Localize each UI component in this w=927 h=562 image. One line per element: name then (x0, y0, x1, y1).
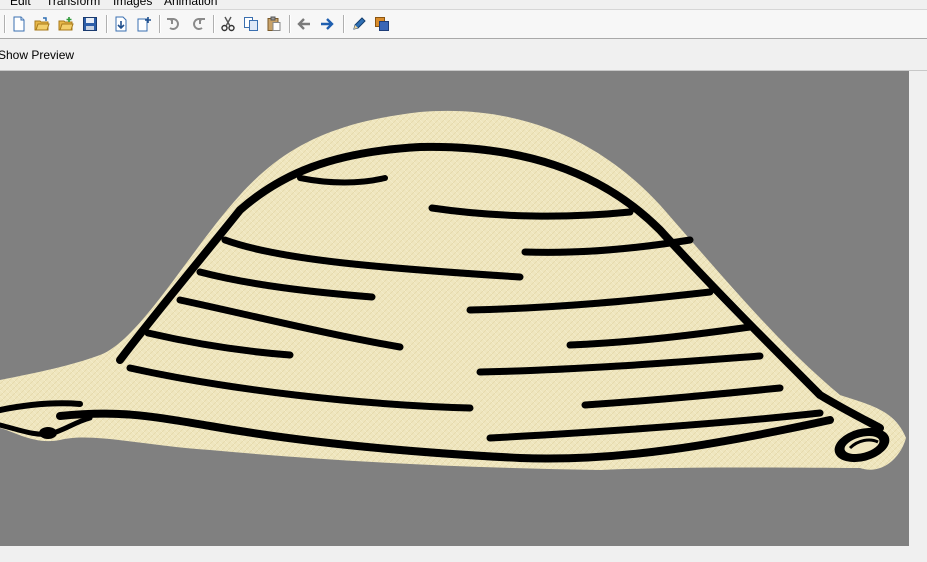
menu-edit[interactable]: Edit (10, 0, 31, 8)
toolbar-separator (4, 15, 5, 33)
pencil-button[interactable] (349, 14, 369, 34)
paste-button[interactable] (264, 14, 284, 34)
toolbar-separator (343, 15, 344, 33)
cut-icon (221, 16, 235, 32)
new-icon (13, 16, 25, 32)
show-preview-toggle[interactable]: Show Preview (0, 48, 74, 62)
pencil-icon (353, 17, 366, 30)
layers-button[interactable] (372, 14, 392, 34)
import-icon (115, 16, 127, 32)
previous-button[interactable] (294, 14, 314, 34)
open-folder-button[interactable] (56, 14, 76, 34)
toolbar-separator (213, 15, 214, 33)
artwork-image (0, 110, 906, 470)
next-button[interactable] (317, 14, 337, 34)
redo-icon (193, 18, 205, 30)
add-frame-icon (137, 17, 151, 32)
toolbar-separator (159, 15, 160, 33)
menu-transform[interactable]: Transform (46, 0, 100, 8)
import-button[interactable] (111, 14, 131, 34)
menu-animation[interactable]: Animation (164, 0, 217, 8)
copy-icon (244, 17, 258, 31)
save-icon (83, 17, 97, 31)
layers-icon (375, 17, 389, 31)
menu-bar: Edit Transform Images Animation (0, 0, 927, 10)
image-canvas[interactable] (0, 71, 909, 546)
arrow-left-icon (297, 18, 310, 30)
preview-bar: Show Preview (0, 39, 927, 71)
bottom-gutter (0, 546, 927, 562)
undo-button[interactable] (164, 14, 184, 34)
left-curl (39, 427, 57, 439)
copy-button[interactable] (241, 14, 261, 34)
add-frame-button[interactable] (134, 14, 154, 34)
toolbar-separator (106, 15, 107, 33)
toolbar-separator (289, 15, 290, 33)
arrow-right-icon (321, 18, 334, 30)
cut-button[interactable] (218, 14, 238, 34)
right-gutter (909, 71, 927, 546)
save-button[interactable] (80, 14, 100, 34)
menu-images[interactable]: Images (113, 0, 152, 8)
undo-icon (167, 18, 179, 30)
new-button[interactable] (9, 14, 29, 34)
paste-icon (267, 16, 281, 31)
toolbar (0, 10, 927, 39)
redo-button[interactable] (188, 14, 208, 34)
open-folder-icon (58, 17, 74, 31)
open-button[interactable] (32, 14, 52, 34)
open-icon (34, 17, 50, 31)
